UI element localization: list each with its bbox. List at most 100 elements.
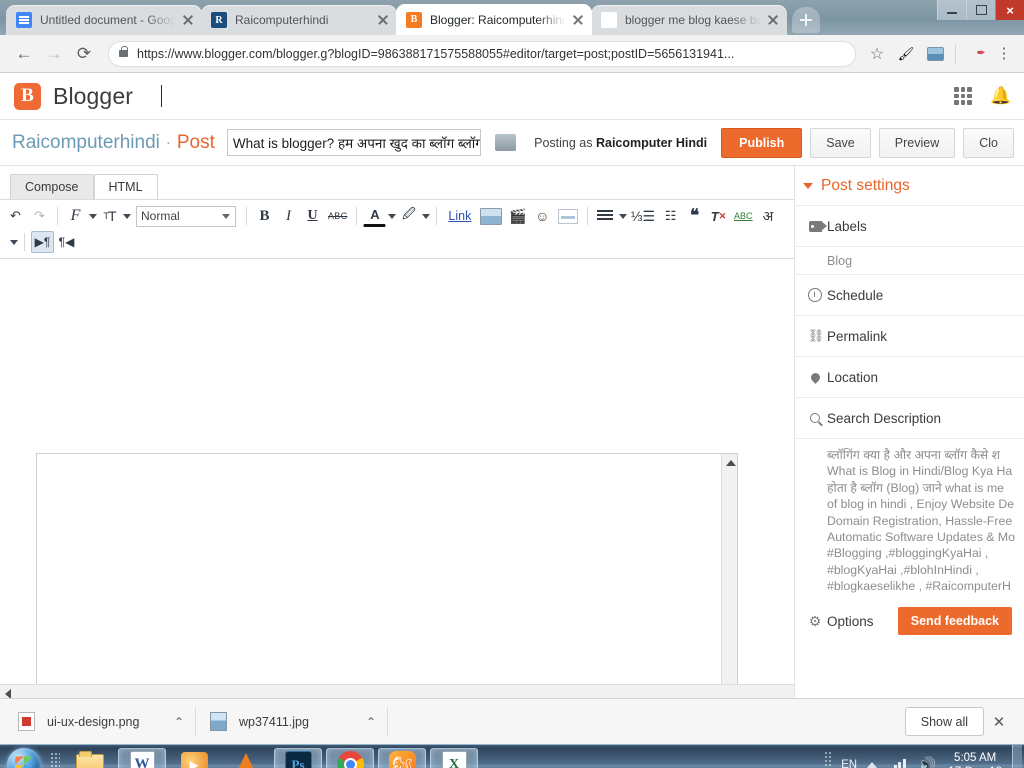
page-scroll-left-icon[interactable] <box>5 689 11 698</box>
download-menu-chevron-icon[interactable]: ⌃ <box>361 715 381 729</box>
bulleted-list-icon[interactable]: ☷ <box>659 205 682 227</box>
blogger-logo-icon[interactable]: B <box>14 82 41 110</box>
text-color-button[interactable]: A <box>363 205 387 227</box>
taskbar-microsoft-word[interactable]: W <box>118 747 166 768</box>
transliteration-icon[interactable]: अ <box>757 205 780 227</box>
settings-row-location[interactable]: Location <box>795 357 1024 398</box>
extension-icon-3[interactable]: ✒ <box>970 44 992 64</box>
bold-button[interactable]: B <box>253 205 276 227</box>
network-signal-icon[interactable] <box>889 758 906 768</box>
reload-button[interactable]: ⟳ <box>70 40 98 68</box>
show-desktop-button[interactable] <box>1012 744 1022 768</box>
blog-name-link[interactable]: Raicomputerhindi <box>12 132 160 154</box>
insert-video-icon[interactable]: 🎬 <box>506 205 529 227</box>
taskbar-google-chrome[interactable] <box>326 747 374 768</box>
strikethrough-button[interactable]: ABC <box>325 205 350 227</box>
highlight-color-button[interactable]: 🖉 <box>397 205 420 227</box>
new-tab-button[interactable] <box>792 7 820 33</box>
font-family-button[interactable]: F <box>64 205 87 227</box>
publish-button[interactable]: Publish <box>721 127 803 158</box>
highlight-chevron-down-icon[interactable] <box>422 213 431 219</box>
back-button[interactable]: ← <box>10 40 38 68</box>
spellcheck-icon[interactable]: ABC <box>731 205 756 227</box>
save-button[interactable]: Save <box>810 127 871 158</box>
taskbar-grip[interactable] <box>50 751 60 768</box>
settings-row-options[interactable]: ⚙ Options Send feedback <box>795 601 1024 642</box>
address-bar[interactable]: https://www.blogger.com/blogger.g?blogID… <box>108 40 856 67</box>
send-feedback-button[interactable]: Send feedback <box>897 607 1012 636</box>
text-color-chevron-down-icon[interactable] <box>388 213 397 219</box>
post-settings-header[interactable]: Post settings <box>795 166 1024 206</box>
blockquote-icon[interactable]: ❝ <box>683 205 706 227</box>
browser-tab-0[interactable]: Untitled document - Goog <box>6 5 202 35</box>
settings-row-search-description[interactable]: Search Description <box>795 398 1024 439</box>
preview-button[interactable]: Preview <box>878 127 956 158</box>
windows-start-orb[interactable] <box>2 747 46 768</box>
tab-close-icon[interactable] <box>375 12 391 28</box>
insert-link-button[interactable]: Link <box>443 205 476 227</box>
extension-icon-1[interactable]: 🖌 <box>895 44 917 64</box>
post-title-input[interactable]: What is blogger? हम अपना खुद का ब्लॉग ब्… <box>226 129 482 156</box>
browser-tab-1[interactable]: R Raicomputerhindi <box>201 5 397 35</box>
search-description-text[interactable]: ब्लॉगिंग क्या है और अपना ब्लॉग कैसे श Wh… <box>795 439 1024 601</box>
extension-icon-2[interactable] <box>924 44 946 64</box>
scroll-up-icon[interactable] <box>726 460 736 466</box>
tab-close-icon[interactable] <box>180 12 196 28</box>
chrome-menu-icon[interactable]: ⋮ <box>994 46 1014 61</box>
close-download-shelf-icon[interactable]: ✕ <box>984 713 1014 731</box>
close-window-button[interactable]: × <box>995 0 1024 20</box>
insert-image-icon[interactable] <box>477 205 505 227</box>
remove-formatting-icon[interactable]: T ✕ <box>707 205 730 227</box>
insert-emoji-icon[interactable]: ☺ <box>531 205 554 227</box>
taskbar-adobe-photoshop[interactable]: Ps <box>274 747 322 768</box>
font-size-button[interactable]: TT <box>98 205 121 227</box>
show-hidden-icons-icon[interactable] <box>867 761 878 768</box>
close-post-button[interactable]: Clo <box>963 127 1014 158</box>
download-item-0[interactable]: ui-ux-design.png ⌃ <box>10 706 196 737</box>
download-menu-chevron-icon[interactable]: ⌃ <box>169 715 189 729</box>
paragraph-format-select[interactable]: Normal <box>136 205 236 227</box>
volume-icon[interactable]: 🔊 <box>918 756 937 768</box>
font-family-chevron-down-icon[interactable] <box>89 213 97 219</box>
browser-tab-3[interactable]: G blogger me blog kaese ba <box>591 5 787 35</box>
settings-row-permalink[interactable]: ⛓ Permalink <box>795 316 1024 357</box>
collapse-triangle-icon[interactable] <box>803 182 813 189</box>
taskbar-uc-browser[interactable]: 🐿 <box>378 747 426 768</box>
post-body-text[interactable] <box>37 454 737 470</box>
tab-compose[interactable]: Compose <box>10 174 94 199</box>
settings-row-labels[interactable]: Labels <box>795 206 1024 247</box>
alignment-chevron-down-icon[interactable] <box>618 213 627 219</box>
underline-button[interactable]: U <box>301 205 324 227</box>
download-item-1[interactable]: wp37411.jpg ⌃ <box>202 706 388 737</box>
labels-value[interactable]: Blog <box>795 247 1024 275</box>
rtl-icon[interactable]: ¶◀ <box>55 231 78 253</box>
jump-break-icon[interactable] <box>555 205 581 227</box>
italic-button[interactable]: I <box>277 205 300 227</box>
font-size-chevron-down-icon[interactable] <box>123 213 131 219</box>
taskbar-microsoft-excel[interactable]: X <box>430 747 478 768</box>
show-all-downloads-button[interactable]: Show all <box>904 707 984 736</box>
taskbar-vlc-media-player[interactable] <box>222 748 270 768</box>
numbered-list-icon[interactable]: ⅓☰ <box>628 205 658 227</box>
language-indicator[interactable]: EN <box>841 759 857 768</box>
minimize-button[interactable] <box>937 0 966 20</box>
redo-icon[interactable]: ↷ <box>28 205 51 227</box>
tab-close-icon[interactable] <box>570 12 586 28</box>
settings-row-schedule[interactable]: Schedule <box>795 275 1024 316</box>
taskbar-file-explorer[interactable] <box>66 748 114 768</box>
tab-html[interactable]: HTML <box>93 174 158 199</box>
tab-close-icon[interactable] <box>765 12 781 28</box>
maximize-button[interactable] <box>966 0 995 20</box>
ltr-icon[interactable]: ▶¶ <box>31 231 54 253</box>
undo-icon[interactable]: ↶ <box>4 205 27 227</box>
page-horizontal-scrollbar[interactable] <box>0 684 794 698</box>
toolbar-overflow-chevron-down-icon[interactable] <box>10 239 18 245</box>
apps-grid-icon[interactable] <box>954 87 972 105</box>
alignment-icon[interactable] <box>594 205 617 227</box>
taskbar-windows-media-player[interactable]: ▶ <box>170 748 218 768</box>
post-body-editor[interactable] <box>36 453 738 698</box>
editor-vertical-scrollbar[interactable] <box>721 454 737 698</box>
bookmark-star-icon[interactable]: ☆ <box>866 43 888 65</box>
taskbar-clock[interactable]: 5:05 AM 17-Dec-18 <box>948 751 1012 768</box>
forward-button[interactable]: → <box>40 40 68 68</box>
